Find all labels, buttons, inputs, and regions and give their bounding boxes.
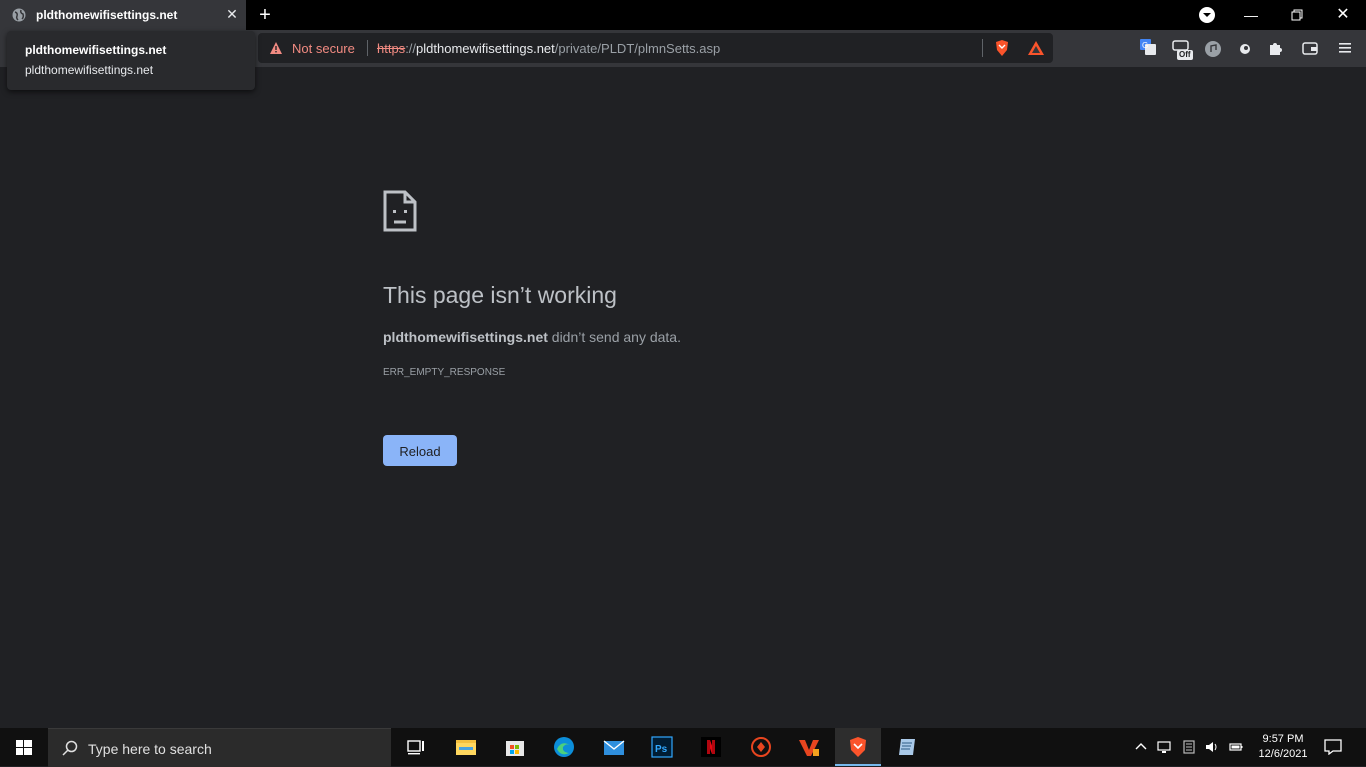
url-scheme: https xyxy=(377,41,406,56)
battery-icon[interactable] xyxy=(1229,740,1243,754)
tab-search-icon[interactable] xyxy=(1199,7,1215,23)
url-separator: :// xyxy=(405,41,417,56)
menu-icon[interactable] xyxy=(1336,39,1354,57)
edge-icon[interactable] xyxy=(553,736,575,758)
url-text[interactable]: https://pldthomewifisettings.net/private… xyxy=(377,41,720,56)
warning-icon[interactable] xyxy=(269,41,283,55)
brave-shields-icon[interactable] xyxy=(994,39,1010,57)
restore-icon xyxy=(1291,9,1303,21)
error-detail: pldthomewifisettings.net didn’t send any… xyxy=(383,329,681,345)
search-icon xyxy=(62,740,78,756)
error-code: ERR_EMPTY_RESPONSE xyxy=(383,367,506,378)
wallet-icon[interactable] xyxy=(1301,39,1319,57)
extension-off-icon[interactable]: Off xyxy=(1172,38,1194,60)
hover-card-title: pldthomewifisettings.net xyxy=(25,43,167,57)
device-icon[interactable] xyxy=(1182,740,1196,754)
clock-date: 12/6/2021 xyxy=(1258,748,1308,760)
globe-icon xyxy=(12,8,26,22)
tab-hover-card: pldthomewifisettings.net pldthomewifiset… xyxy=(7,31,255,90)
address-bar[interactable]: Not secure https://pldthomewifisettings.… xyxy=(258,33,1053,63)
record-extension-icon[interactable] xyxy=(1236,40,1254,58)
not-secure-label[interactable]: Not secure xyxy=(292,41,355,56)
omnibox-divider xyxy=(367,40,368,56)
svg-text:Ps: Ps xyxy=(655,744,668,755)
sad-page-icon xyxy=(383,190,417,232)
svg-text:G: G xyxy=(1142,41,1148,50)
vivaldi-icon[interactable] xyxy=(798,736,820,758)
tab-title: pldthomewifisettings.net xyxy=(36,8,178,22)
photoshop-icon[interactable]: Ps xyxy=(651,736,673,758)
taskbar: Type here to search Ps 9:57 PM 12/6/2021 xyxy=(0,728,1366,767)
reload-button[interactable]: Reload xyxy=(383,435,457,466)
volume-icon[interactable] xyxy=(1205,740,1219,754)
url-path: /private/PLDT/plmnSetts.asp xyxy=(554,41,721,56)
mail-icon[interactable] xyxy=(603,736,625,758)
minimize-button[interactable]: — xyxy=(1228,0,1274,30)
brave-icon[interactable] xyxy=(847,736,869,758)
show-hidden-icons-chevron-up-icon[interactable] xyxy=(1134,740,1148,754)
notepad-app-icon[interactable] xyxy=(896,736,918,758)
taskbar-clock[interactable]: 9:57 PM 12/6/2021 xyxy=(1248,732,1318,762)
translate-extension-icon[interactable]: G xyxy=(1139,38,1157,56)
file-explorer-icon[interactable] xyxy=(455,736,477,758)
brave-rewards-icon[interactable] xyxy=(1028,41,1044,55)
windows-start-icon[interactable] xyxy=(0,728,48,766)
search-placeholder: Type here to search xyxy=(88,741,212,757)
game-app-icon[interactable] xyxy=(750,736,772,758)
tab-close-icon[interactable]: ✕ xyxy=(224,6,240,22)
task-view-icon[interactable] xyxy=(405,736,427,758)
error-detail-text: didn’t send any data. xyxy=(547,329,681,345)
off-badge: Off xyxy=(1177,50,1193,60)
omnibox-divider-right xyxy=(982,39,983,57)
error-host: pldthomewifisettings.net xyxy=(383,329,548,345)
tab-strip: pldthomewifisettings.net ✕ + — ✕ xyxy=(0,0,1366,30)
clock-time: 9:57 PM xyxy=(1262,733,1304,745)
browser-tab[interactable]: pldthomewifisettings.net ✕ xyxy=(0,0,246,30)
notifications-icon[interactable] xyxy=(1324,739,1342,755)
music-extension-icon[interactable] xyxy=(1204,40,1222,58)
hover-card-domain: pldthomewifisettings.net xyxy=(25,63,154,77)
netflix-icon[interactable] xyxy=(700,736,722,758)
close-window-button[interactable]: ✕ xyxy=(1320,0,1366,30)
url-host: pldthomewifisettings.net xyxy=(416,41,555,56)
restore-button[interactable] xyxy=(1274,0,1320,30)
microsoft-store-icon[interactable] xyxy=(504,736,526,758)
taskbar-search-box[interactable]: Type here to search xyxy=(48,728,391,767)
error-heading: This page isn’t working xyxy=(383,282,617,308)
network-icon[interactable] xyxy=(1157,740,1171,754)
new-tab-button[interactable]: + xyxy=(255,5,275,25)
extensions-puzzle-icon[interactable] xyxy=(1267,39,1285,57)
